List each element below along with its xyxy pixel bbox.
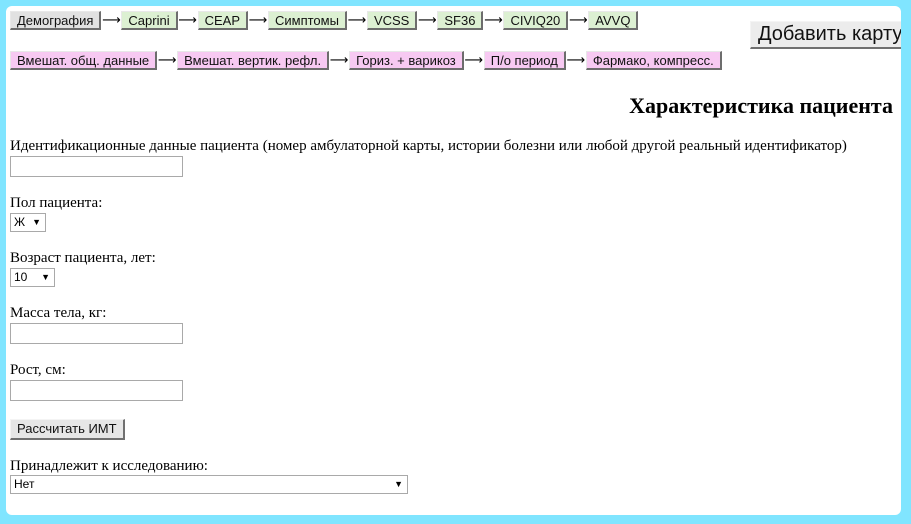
nav-arrow-icon: ⟶ (329, 53, 349, 68)
sex-label: Пол пациента: (10, 195, 103, 211)
nav-sf36[interactable]: SF36 (437, 11, 484, 30)
chevron-down-icon: ▼ (394, 479, 403, 489)
chevron-down-icon: ▼ (32, 217, 41, 227)
nav-row-1: Демография ⟶ Caprini ⟶ CEAP ⟶ Симптомы ⟶… (10, 11, 639, 30)
nav-pharmaco-compression[interactable]: Фармако, компресс. (585, 51, 722, 70)
nav-demography[interactable]: Демография (10, 11, 102, 30)
nav-postop-period[interactable]: П/о период (483, 51, 566, 70)
nav-arrow-icon: ⟶ (102, 13, 121, 28)
nav-arrow-icon: ⟶ (568, 13, 588, 28)
age-label: Возраст пациента, лет: (10, 250, 156, 266)
mass-label: Масса тела, кг: (10, 305, 107, 321)
nav-arrow-icon: ⟶ (484, 13, 503, 28)
height-input[interactable] (10, 380, 183, 401)
nav-intervention-vertical-reflux[interactable]: Вмешат. вертик. рефл. (177, 51, 330, 70)
calculate-bmi-button[interactable]: Рассчитать ИМТ (10, 419, 125, 440)
page: Демография ⟶ Caprini ⟶ CEAP ⟶ Симптомы ⟶… (6, 6, 901, 515)
height-label: Рост, см: (10, 362, 66, 378)
nav-symptoms[interactable]: Симптомы (268, 11, 347, 30)
patient-id-label: Идентификационные данные пациента (номер… (10, 138, 847, 154)
nav-arrow-icon: ⟶ (178, 13, 197, 28)
nav-caprini[interactable]: Caprini (121, 11, 178, 30)
nav-arrow-icon: ⟶ (464, 53, 484, 68)
nav-arrow-icon: ⟶ (248, 13, 268, 28)
nav-intervention-general[interactable]: Вмешат. общ. данные (10, 51, 158, 70)
nav-vcss[interactable]: VCSS (366, 11, 418, 30)
add-card-button[interactable]: Добавить карту (750, 21, 901, 49)
page-title: Характеристика пациента (629, 93, 893, 118)
nav-ceap[interactable]: CEAP (197, 11, 248, 30)
nav-civiq20[interactable]: CIVIQ20 (503, 11, 569, 30)
chevron-down-icon: ▼ (41, 272, 50, 282)
nav-row-2: Вмешат. общ. данные ⟶ Вмешат. вертик. ре… (10, 51, 722, 70)
age-select-value: 10 (14, 270, 28, 284)
nav-horizontal-varicose[interactable]: Гориз. + варикоз (349, 51, 464, 70)
sex-select[interactable]: Ж ▼ (10, 213, 46, 232)
mass-input[interactable] (10, 323, 183, 344)
sex-select-value: Ж (14, 215, 26, 229)
nav-arrow-icon: ⟶ (347, 13, 367, 28)
nav-avvq[interactable]: AVVQ (588, 11, 639, 30)
study-select-value: Нет (14, 477, 35, 491)
nav-arrow-icon: ⟶ (157, 53, 177, 68)
study-select[interactable]: Нет ▼ (10, 475, 408, 494)
study-label: Принадлежит к исследованию: (10, 458, 208, 474)
nav-arrow-icon: ⟶ (566, 53, 586, 68)
nav-arrow-icon: ⟶ (418, 13, 437, 28)
patient-id-input[interactable] (10, 156, 183, 177)
age-select[interactable]: 10 ▼ (10, 268, 55, 287)
